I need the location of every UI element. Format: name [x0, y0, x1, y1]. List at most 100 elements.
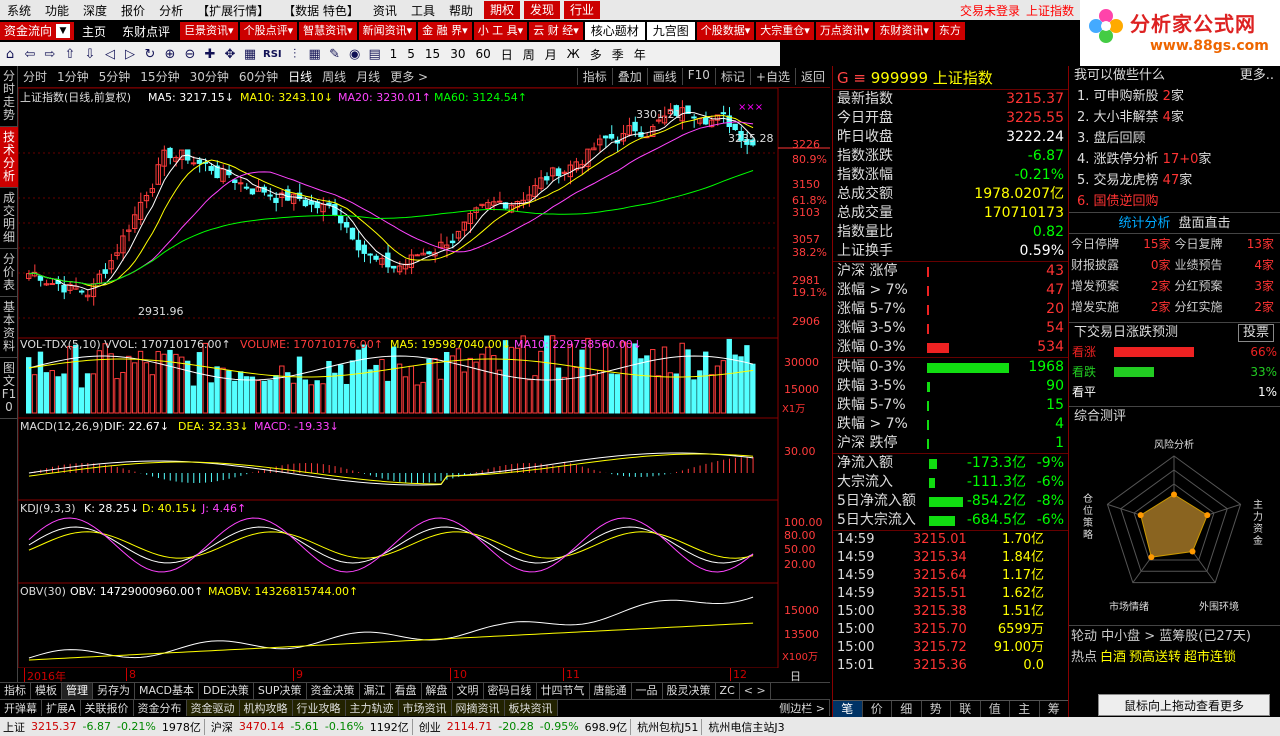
- quote-tab-5[interactable]: 值: [981, 701, 1010, 718]
- feature-tab-1[interactable]: 扩展A: [42, 700, 81, 716]
- feature-tab-8[interactable]: 市场资讯: [398, 700, 452, 716]
- menu-item-8[interactable]: 工具: [404, 2, 442, 19]
- hot-topic-0[interactable]: 白酒: [1100, 650, 1126, 665]
- indicator-tab-9[interactable]: 看盘: [391, 683, 422, 699]
- indicator-tab-8[interactable]: 漏江: [360, 683, 391, 699]
- core-topic-link[interactable]: 核心题材: [584, 22, 645, 40]
- period-tab-0[interactable]: 分时: [18, 68, 52, 85]
- quote-g-icon[interactable]: G ≡: [837, 69, 866, 87]
- period-cn-4[interactable]: 多: [585, 46, 607, 63]
- feature-tab-3[interactable]: 资金分布: [134, 700, 187, 716]
- period-cn-3[interactable]: Ж: [562, 47, 585, 61]
- server-0[interactable]: 杭州包杭J51: [630, 718, 701, 735]
- cross-icon[interactable]: ✚: [200, 47, 220, 62]
- menu-item-1[interactable]: 功能: [38, 2, 76, 19]
- menu-item-0[interactable]: 系统: [0, 2, 38, 19]
- tab-nav-icons[interactable]: < >: [740, 683, 771, 699]
- chart-action-1[interactable]: 叠加: [611, 68, 647, 85]
- left-icon[interactable]: ◁: [100, 47, 120, 62]
- period-tab-5[interactable]: 60分钟: [234, 68, 283, 85]
- stats-cell[interactable]: 今日复牌 13家: [1175, 234, 1279, 255]
- palette-icon[interactable]: ◉: [345, 47, 365, 62]
- indicator-tab-6[interactable]: SUP决策: [254, 683, 307, 699]
- menu-item-6[interactable]: 【数据 特色】: [276, 2, 366, 19]
- rotation-line[interactable]: 轮动 中小盘 > 蓝筹股(已27天): [1069, 625, 1280, 647]
- side-tab-4[interactable]: 基本资料: [0, 297, 18, 358]
- period-15-min[interactable]: 15: [420, 47, 445, 61]
- indicator-tab-17[interactable]: ZC: [716, 683, 740, 699]
- stats-cell[interactable]: 分红实施 2家: [1175, 297, 1279, 318]
- period-tab-6[interactable]: 日线: [283, 68, 317, 85]
- quote-tab-4[interactable]: 联: [951, 701, 981, 718]
- side-tab-3[interactable]: 分价表: [0, 249, 18, 297]
- period-tab-1[interactable]: 1分钟: [52, 68, 94, 85]
- feature-tab-9[interactable]: 网摘资讯: [451, 700, 505, 716]
- period-tab-7[interactable]: 周线: [317, 68, 351, 85]
- indicator-tab-4[interactable]: MACD基本: [135, 683, 199, 699]
- chart-action-2[interactable]: 画线: [646, 68, 682, 85]
- hot-topic-1[interactable]: 预高送转: [1129, 650, 1181, 665]
- indicator-tab-10[interactable]: 解盘: [422, 683, 453, 699]
- quote-tab-7[interactable]: 筹: [1040, 701, 1069, 718]
- feature-tab-4[interactable]: 资金驱动: [186, 700, 240, 716]
- feature-tab-5[interactable]: 机构攻略: [239, 700, 293, 716]
- feature-tab-10[interactable]: 板块资讯: [504, 700, 558, 716]
- hot-topic-2[interactable]: 超市连锁: [1184, 650, 1236, 665]
- chart-action-3[interactable]: F10: [681, 68, 715, 85]
- zoom-in-icon[interactable]: ⊕: [160, 47, 180, 62]
- period-cn-6[interactable]: 年: [629, 46, 651, 63]
- indicator-tab-3[interactable]: 另存为: [93, 683, 135, 699]
- forward-icon[interactable]: ⇨: [40, 47, 60, 62]
- data-link-3[interactable]: 东财资讯▾: [875, 22, 933, 40]
- multi-icon[interactable]: ▤: [365, 47, 385, 62]
- tab-stat[interactable]: 统计分析: [1118, 213, 1170, 233]
- kline-chart[interactable]: 32263150310330572981290680.9%61.8%38.2%1…: [18, 88, 830, 668]
- news-link-2[interactable]: 智慧资讯▾: [299, 22, 357, 40]
- down-icon[interactable]: ⇩: [80, 47, 100, 62]
- stats-cell[interactable]: 今日停牌 15家: [1071, 234, 1175, 255]
- news-link-1[interactable]: 个股点评▾: [239, 22, 298, 40]
- indicator-tab-2[interactable]: 管理: [62, 683, 93, 699]
- stats-cell[interactable]: 增发预案 2家: [1071, 276, 1175, 297]
- bars-icon[interactable]: ⫶: [285, 47, 305, 62]
- indicator-tab-16[interactable]: 股灵决策: [663, 683, 716, 699]
- period-tab-4[interactable]: 30分钟: [185, 68, 234, 85]
- server-1[interactable]: 杭州电信主站J3: [701, 718, 787, 735]
- assistant-item-0[interactable]: 1. 可申购新股 2家: [1069, 86, 1280, 107]
- stats-cell[interactable]: 业绩预告 4家: [1175, 255, 1279, 276]
- assistant-item-1[interactable]: 2. 大小非解禁 4家: [1069, 107, 1280, 128]
- side-tab-0[interactable]: 分时走势: [0, 66, 18, 127]
- feature-tab-2[interactable]: 关联报价: [81, 700, 134, 716]
- chart-action-4[interactable]: 标记: [714, 68, 750, 85]
- menu-item-3[interactable]: 报价: [114, 2, 152, 19]
- chart-action-6[interactable]: 返回: [794, 68, 830, 85]
- menu-item-2[interactable]: 深度: [76, 2, 114, 19]
- news-link-6[interactable]: 云 财 经▾: [529, 22, 583, 40]
- period-tab-2[interactable]: 5分钟: [94, 68, 136, 85]
- period-cn-2[interactable]: 月: [540, 46, 562, 63]
- indicator-tab-14[interactable]: 唐能通: [590, 683, 632, 699]
- grid-icon[interactable]: ▦: [305, 47, 325, 62]
- chart-action-0[interactable]: 指标: [576, 68, 612, 85]
- indicator-tab-15[interactable]: 一品: [632, 683, 663, 699]
- period-tab-9[interactable]: 更多 >: [385, 68, 433, 85]
- dongcai-review-link[interactable]: 东财点评: [114, 23, 178, 40]
- period-60-min[interactable]: 60: [470, 47, 495, 61]
- draw-icon[interactable]: ✎: [325, 47, 345, 62]
- menu-item-9[interactable]: 帮助: [442, 2, 480, 19]
- indicator-tab-7[interactable]: 资金决策: [307, 683, 360, 699]
- feature-tab-0[interactable]: 开弹幕: [0, 700, 42, 716]
- quote-tab-0[interactable]: 笔: [833, 701, 863, 718]
- quote-tab-2[interactable]: 细: [892, 701, 922, 718]
- chevron-down-icon[interactable]: ▼: [56, 24, 71, 38]
- right-icon[interactable]: ▷: [120, 47, 140, 62]
- indicator-tab-1[interactable]: 模板: [31, 683, 62, 699]
- period-30-min[interactable]: 30: [445, 47, 470, 61]
- feature-tab-6[interactable]: 行业攻略: [292, 700, 346, 716]
- chart-action-5[interactable]: +自选: [749, 68, 795, 85]
- news-link-0[interactable]: 巨景资讯▾: [180, 22, 238, 40]
- tab-live[interactable]: 盘面直击: [1179, 213, 1231, 233]
- side-tab-1[interactable]: 技术分析: [0, 127, 18, 188]
- home-icon[interactable]: ⌂: [0, 47, 20, 62]
- login-status[interactable]: 交易未登录: [960, 2, 1020, 19]
